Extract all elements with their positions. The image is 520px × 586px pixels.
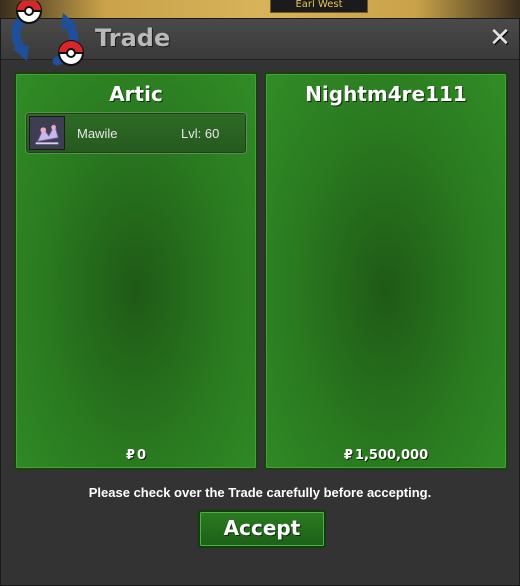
currency-icon: ₽	[343, 448, 353, 463]
close-icon[interactable]: ✕	[487, 24, 513, 52]
right-trade-panel: Nightm4re111 ₽1,500,000	[264, 72, 508, 470]
accept-button[interactable]: Accept	[198, 510, 326, 548]
left-trade-panel: Artic Mawile Lvl: 60 ₽0	[14, 72, 258, 470]
item-level: Lvl: 60	[181, 126, 220, 141]
background-label-fragment: Earl West	[270, 0, 368, 13]
item-name: Mawile	[77, 126, 118, 141]
right-money: ₽1,500,000	[266, 448, 506, 463]
trade-item-slot[interactable]: Mawile Lvl: 60	[25, 112, 247, 154]
currency-icon: ₽	[125, 448, 135, 463]
right-money-value: 1,500,000	[354, 448, 429, 463]
trade-notice: Please check over the Trade carefully be…	[88, 485, 432, 500]
left-money: ₽0	[16, 448, 256, 463]
window-title: Trade	[95, 24, 171, 52]
trade-exchange-icon	[11, 1, 84, 66]
left-money-value: 0	[137, 448, 147, 463]
right-player-name: Nightm4re111	[305, 82, 467, 106]
left-player-name: Artic	[109, 82, 163, 106]
trade-window: Trade ✕ Artic Mawile Lvl: 60 ₽ 0 Nightm4…	[0, 1, 520, 586]
mawile-sprite-icon	[29, 116, 65, 150]
